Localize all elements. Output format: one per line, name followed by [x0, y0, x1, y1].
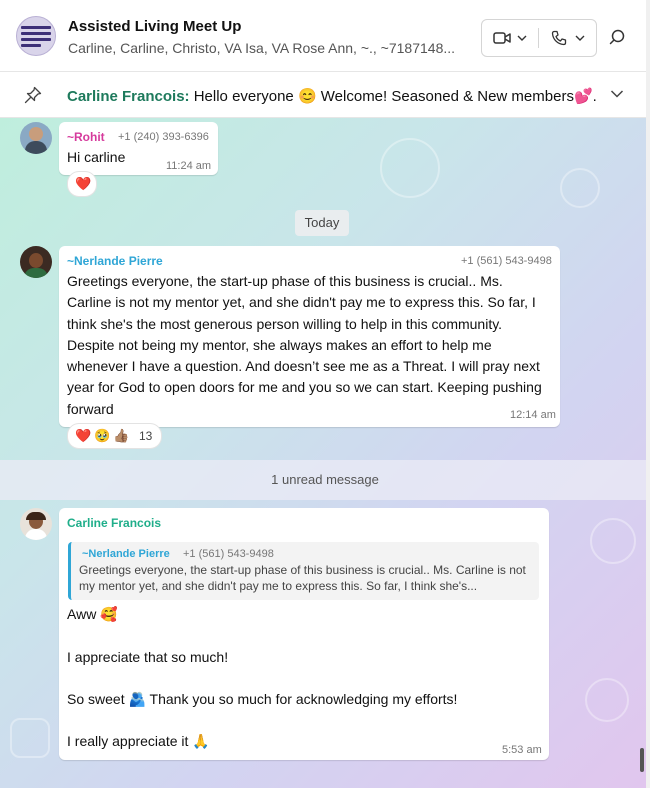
- date-divider: Today: [295, 210, 349, 236]
- pinned-message-text: Carline Francois: Hello everyone 😊 Welco…: [67, 87, 597, 105]
- window-edge: [646, 0, 650, 788]
- sender-phone: +1 (240) 393-6396: [118, 131, 209, 143]
- reaction-heart: ❤️: [75, 176, 92, 191]
- reaction-holding-tears: 🥹: [94, 428, 111, 443]
- sender-name[interactable]: Carline Francois: [67, 516, 161, 530]
- message-bubble[interactable]: ~Rohit +1 (240) 393-6396 Hi carline 11:2…: [59, 122, 218, 175]
- message-time: 11:24 am: [166, 160, 212, 172]
- pinned-message-bar[interactable]: Carline Francois: Hello everyone 😊 Welco…: [0, 72, 650, 118]
- message-list[interactable]: ~Rohit +1 (240) 393-6396 Hi carline 11:2…: [0, 118, 650, 788]
- reaction-count: 13: [139, 429, 153, 443]
- pinned-body: Hello everyone 😊 Welcome! Seasoned & New…: [193, 88, 597, 105]
- message-text: Greetings everyone, the start-up phase o…: [67, 273, 542, 417]
- sender-phone: +1 (561) 543-9498: [461, 255, 552, 267]
- chevron-down-icon: [575, 35, 585, 41]
- reaction-heart: ❤️: [75, 428, 92, 443]
- pinned-sender: Carline Francois:: [67, 88, 190, 105]
- message-bubble[interactable]: ~Nerlande Pierre +1 (561) 543-9498 Greet…: [59, 246, 560, 427]
- pin-icon: [24, 86, 42, 104]
- reactions[interactable]: ❤️: [67, 171, 97, 197]
- avatar[interactable]: [20, 508, 52, 540]
- voice-call-button[interactable]: [539, 20, 595, 56]
- quote-sender: ~Nerlande Pierre: [82, 548, 170, 560]
- group-members[interactable]: Carline, Carline, Christo, VA Isa, VA Ro…: [68, 40, 468, 56]
- group-title[interactable]: Assisted Living Meet Up: [68, 18, 241, 35]
- quoted-message[interactable]: ~Nerlande Pierre +1 (561) 543-9498 Greet…: [68, 542, 539, 600]
- scrollbar-thumb[interactable]: [640, 748, 644, 772]
- chevron-down-icon[interactable]: [610, 89, 624, 99]
- unread-divider: 1 unread message: [0, 460, 650, 500]
- message-time: 5:53 am: [502, 744, 542, 756]
- message-line: I really appreciate it 🙏: [67, 733, 210, 749]
- message-line: I appreciate that so much!: [67, 649, 229, 665]
- message-text: Hi carline: [67, 149, 126, 165]
- chat-header: Assisted Living Meet Up Carline, Carline…: [0, 0, 650, 72]
- search-icon[interactable]: [606, 25, 632, 51]
- unread-label: 1 unread message: [271, 472, 379, 487]
- video-call-button[interactable]: [482, 20, 538, 56]
- quote-text: Greetings everyone, the start-up phase o…: [79, 563, 526, 593]
- avatar[interactable]: [20, 246, 52, 278]
- message-line: So sweet 🫂 Thank you so much for acknowl…: [67, 691, 458, 707]
- sender-name[interactable]: ~Nerlande Pierre: [67, 254, 163, 268]
- quote-phone: +1 (561) 543-9498: [183, 548, 274, 560]
- message-line: Aww 🥰: [67, 606, 118, 622]
- video-camera-icon: [493, 32, 511, 44]
- avatar[interactable]: [20, 122, 52, 154]
- message-time: 12:14 am: [510, 409, 556, 421]
- chevron-down-icon: [517, 35, 527, 41]
- call-controls: [481, 19, 597, 57]
- reactions[interactable]: ❤️ 🥹 👍🏽 13: [67, 423, 162, 449]
- reaction-thumbs-up: 👍🏽: [113, 428, 130, 443]
- phone-icon: [551, 30, 567, 46]
- group-avatar[interactable]: [16, 16, 56, 56]
- sender-name[interactable]: ~Rohit: [67, 130, 105, 144]
